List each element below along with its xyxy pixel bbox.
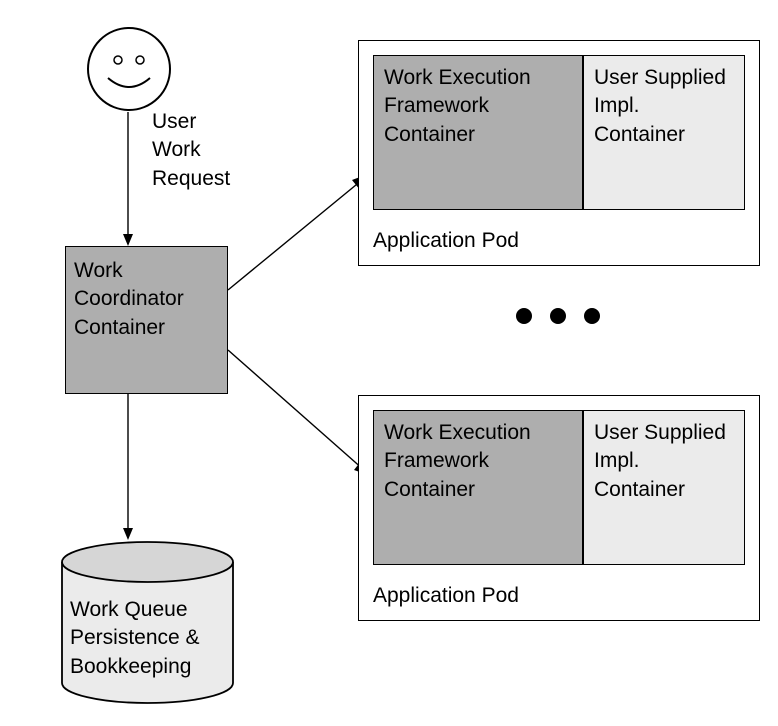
user-container-label-bottom: User Supplied Impl. Container xyxy=(584,411,744,512)
user-icon xyxy=(86,26,172,112)
ellipsis-icon xyxy=(516,308,600,324)
exec-container-label: Work Execution Framework Container xyxy=(374,56,582,157)
application-pod-bottom: Work Execution Framework Container User … xyxy=(358,395,760,621)
coordinator-label: Work Coordinator Container xyxy=(74,257,219,342)
pod-label-bottom: Application Pod xyxy=(373,582,519,610)
user-container-label: User Supplied Impl. Container xyxy=(584,56,744,157)
queue-label: Work Queue Persistence & Bookkeeping xyxy=(70,596,230,681)
exec-container-label-bottom: Work Execution Framework Container xyxy=(374,411,582,512)
application-pod-top: Work Execution Framework Container User … xyxy=(358,40,760,266)
coordinator-box: Work Coordinator Container xyxy=(65,246,228,394)
pod-label-top: Application Pod xyxy=(373,227,519,255)
user-request-label: User Work Request xyxy=(152,108,230,193)
